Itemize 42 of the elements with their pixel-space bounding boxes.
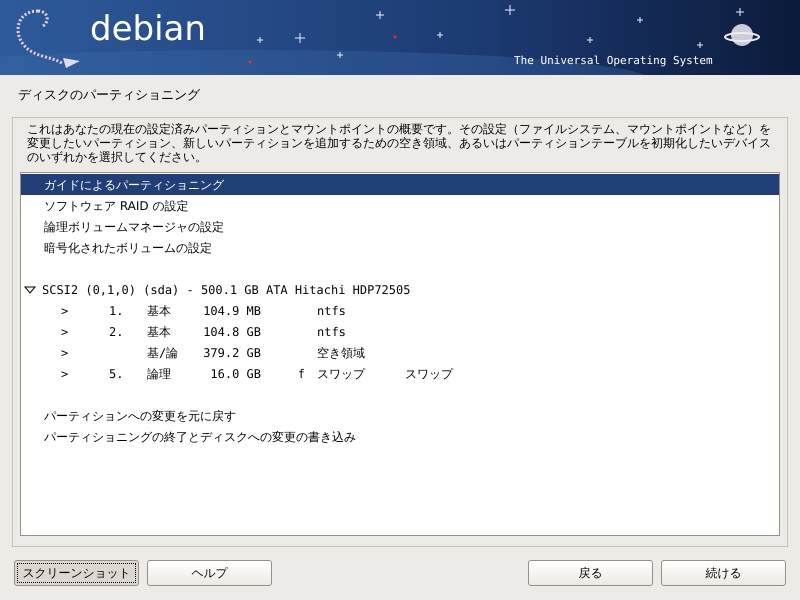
list-item[interactable]: 論理ボリュームマネージャの設定 [21,216,779,237]
partition-type: 論理 [147,366,171,382]
arrow: > [61,344,68,362]
list-item[interactable]: ソフトウェア RAID の設定 [21,195,779,216]
partition-row[interactable]: > 1. 基本 104.9 MB ntfs [21,300,779,321]
list-item[interactable]: ガイドによるパーティショニング [21,174,779,195]
partition-row[interactable]: > 5. 論理 16.0 GB f スワップ スワップ [21,363,779,384]
partition-number: 2. [109,324,124,340]
arrow: > [61,324,68,340]
mount-point: スワップ [405,366,453,382]
expander-icon [24,286,36,294]
partition-size: 104.9 MB [203,302,261,320]
partition-number: 5. [109,366,124,382]
button[interactable]: 戻る [528,560,653,586]
button[interactable]: ヘルプ [147,560,272,586]
filesystem: スワップ [317,366,365,382]
flag-text: f [298,366,305,382]
arrow: > [61,302,68,320]
partition-row[interactable]: > 基/論 379.2 GB 空き領域 [21,342,779,363]
disk-label: SCSI2 (0,1,0) (sda) - 500.1 GB ATA Hitachi HDP72505 [42,282,410,298]
logo: debian [90,12,206,46]
disk-row[interactable]: SCSI2 (0,1,0) (sda) - 500.1 GB ATA Hitachi HDP72505 [21,279,779,300]
page-title: ディスクのパーティショニング [18,87,200,106]
button[interactable]: 続ける [661,560,786,586]
arrow: > [61,366,68,382]
partition-size: 16.0 GB [210,366,261,382]
filesystem: ntfs [317,302,346,320]
filesystem: 空き領域 [317,344,365,362]
list-item[interactable]: 暗号化されたボリュームの設定 [21,237,779,258]
partition-row[interactable]: > 2. 基本 104.8 GB ntfs [21,321,779,342]
tagline: The Universal Operating System [514,53,713,69]
filesystem: ntfs [317,324,346,340]
partition-size: 379.2 GB [203,344,261,362]
partition-type: 基/論 [147,344,178,362]
partition-number: 1. [109,302,124,320]
list-item[interactable]: パーティショニングの終了とディスクへの変更の書き込み [21,426,779,447]
partition-type: 基本 [147,324,171,340]
partition-type: 基本 [147,302,171,320]
partition-size: 104.8 GB [203,324,261,340]
list-item[interactable]: パーティションへの変更を元に戻す [21,405,779,426]
button[interactable]: スクリーンショット [14,560,139,586]
description: これはあなたの現在の設定済みパーティションとマウントポイントの概要です。その設定（ファイルシステム、マウントポイントなど）を変更したいパーティション、新しいパーティションを追加するための空き領域、あるいはパーティションテーブルを初期化したいデバイスのいずれかを選択してください。 [26,122,772,164]
